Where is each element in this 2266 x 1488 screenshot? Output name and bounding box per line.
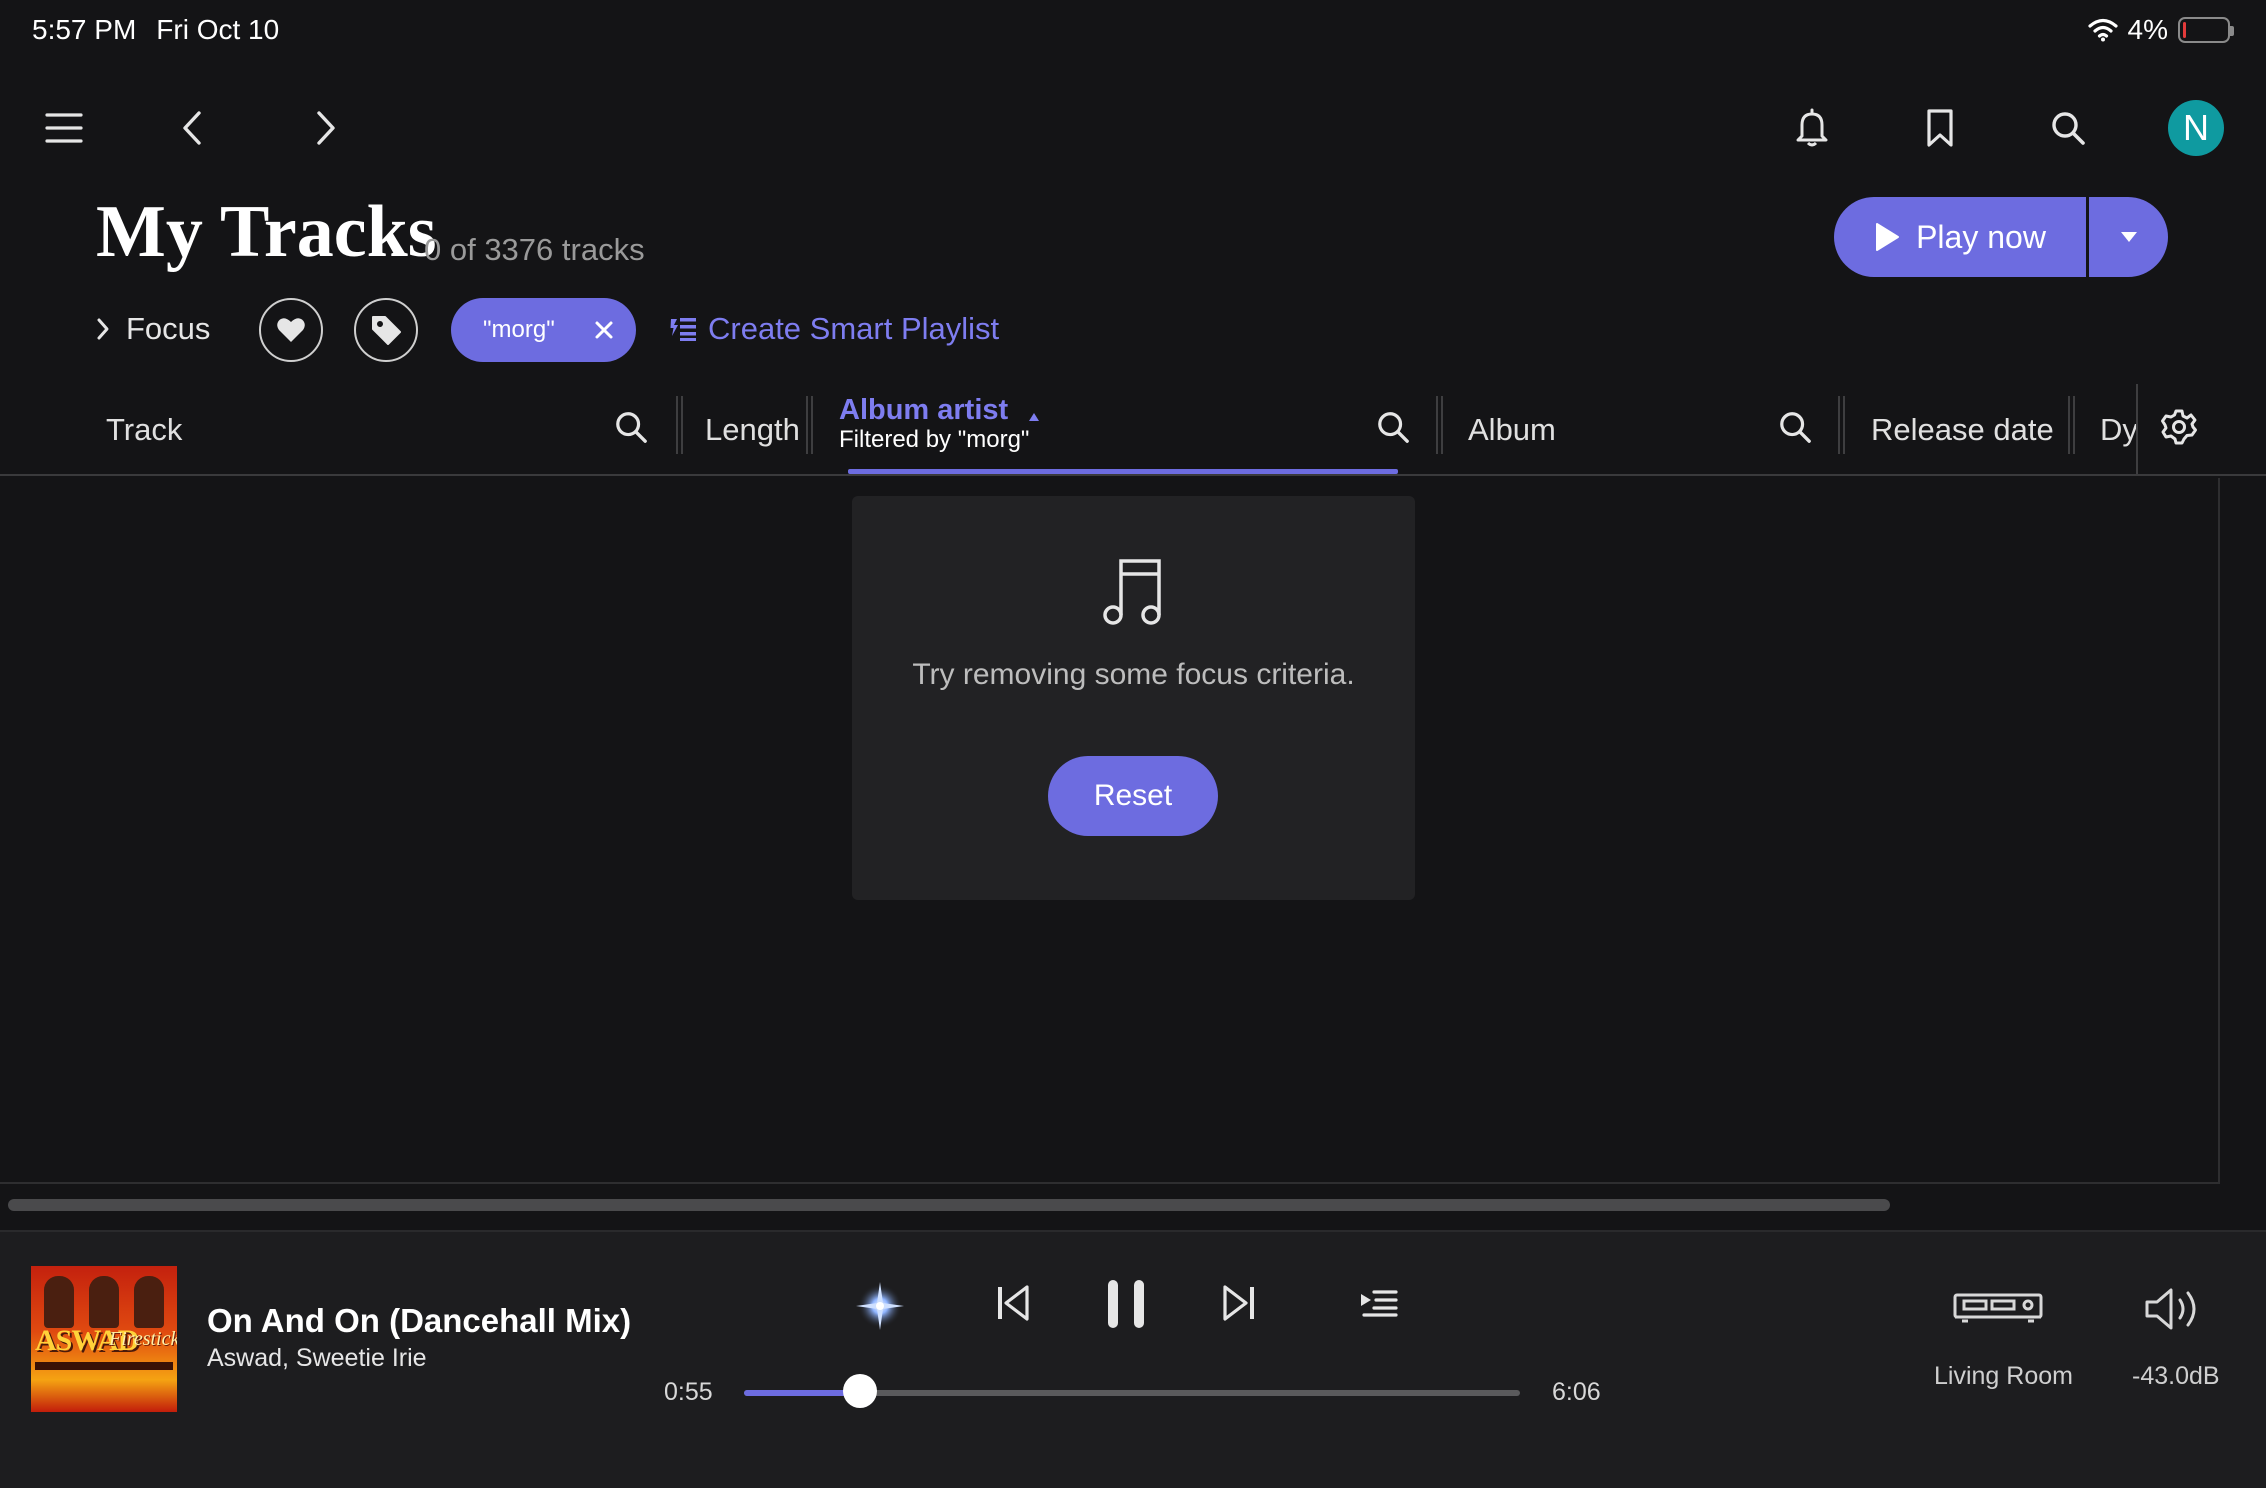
status-bar-left: 5:57 PM Fri Oct 10 (32, 14, 279, 46)
chevron-right-icon (97, 318, 109, 340)
column-header-row: Track Length Album artist Filtered by "m… (0, 384, 2266, 476)
search-icon[interactable] (1376, 410, 1410, 444)
close-icon[interactable] (594, 320, 614, 340)
play-now-label: Play now (1916, 218, 2046, 255)
status-bar-right: 4% (2087, 14, 2234, 46)
column-album-artist-filter: Filtered by "morg" (839, 426, 1030, 453)
player-bar: ASWAD Firesticks On And On (Dancehall Mi… (0, 1230, 2266, 1488)
create-smart-playlist-link[interactable]: Create Smart Playlist (670, 311, 999, 347)
bookmark-icon[interactable] (1920, 106, 1960, 150)
gear-icon[interactable] (2160, 408, 2198, 446)
search-icon[interactable] (614, 410, 648, 444)
now-playing-artist[interactable]: Aswad, Sweetie Irie (207, 1344, 427, 1373)
play-options-button[interactable] (2086, 197, 2168, 277)
search-icon[interactable] (2048, 106, 2088, 150)
volume-level[interactable]: -43.0dB (2132, 1362, 2220, 1391)
empty-state-card: Try removing some focus criteria. Reset (852, 496, 1415, 900)
column-track[interactable]: Track (106, 412, 182, 448)
album-art-sublogo: Firesticks (109, 1328, 177, 1350)
album-art[interactable]: ASWAD Firesticks (31, 1266, 177, 1412)
chevron-right-icon[interactable] (306, 106, 346, 150)
focus-toggle[interactable]: Focus (96, 311, 210, 347)
wifi-icon (2087, 18, 2118, 42)
column-album-artist[interactable]: Album artist (839, 394, 1008, 427)
active-filter-chip[interactable]: "morg" (451, 298, 636, 362)
track-count: 0 of 3376 tracks (424, 232, 645, 267)
battery-percent: 4% (2127, 14, 2168, 45)
column-resize-handle[interactable] (806, 396, 813, 454)
heart-icon (277, 318, 305, 342)
pause-icon[interactable] (1106, 1278, 1146, 1330)
column-resize-handle[interactable] (676, 396, 683, 454)
tag-icon (372, 316, 401, 345)
battery-level (2183, 22, 2186, 38)
column-resize-handle[interactable] (2068, 396, 2075, 454)
chip-label: "morg" (483, 316, 555, 343)
radio-sparkle-icon[interactable] (850, 1276, 910, 1336)
chevron-left-icon[interactable] (172, 106, 212, 150)
column-resize-handle[interactable] (1436, 396, 1443, 454)
hamburger-icon[interactable] (40, 106, 88, 150)
seek-bar-handle[interactable] (843, 1374, 878, 1408)
column-dy[interactable]: Dy (2100, 412, 2138, 448)
skip-previous-icon[interactable] (996, 1284, 1030, 1322)
zone-name[interactable]: Living Room (1934, 1362, 2073, 1391)
page-title: My Tracks (96, 191, 437, 273)
favorites-filter-button[interactable] (259, 298, 323, 362)
column-length[interactable]: Length (705, 412, 800, 448)
queue-icon[interactable] (1360, 1288, 1398, 1318)
play-now-group: Play now (1834, 197, 2168, 277)
album-art-figures (37, 1276, 171, 1328)
status-date: Fri Oct 10 (156, 14, 280, 45)
column-album[interactable]: Album (1468, 412, 1556, 448)
sort-ascending-icon (1029, 413, 1039, 421)
now-playing-title[interactable]: On And On (Dancehall Mix) (207, 1302, 631, 1340)
empty-state-message: Try removing some focus criteria. (912, 658, 1355, 691)
active-column-underline (848, 469, 1398, 474)
music-note-icon (1103, 559, 1161, 625)
caret-down-icon (2120, 232, 2137, 242)
column-resize-handle[interactable] (1838, 396, 1845, 454)
column-release-date[interactable]: Release date (1871, 412, 2054, 448)
search-icon[interactable] (1778, 410, 1812, 444)
volume-icon[interactable] (2144, 1286, 2204, 1332)
elapsed-time: 0:55 (664, 1378, 713, 1406)
skip-next-icon[interactable] (1222, 1284, 1256, 1322)
reset-button[interactable]: Reset (1048, 756, 1218, 836)
battery-icon (2178, 17, 2234, 43)
create-smart-playlist-label: Create Smart Playlist (708, 311, 1000, 346)
streamer-device-icon[interactable] (1952, 1290, 2044, 1324)
play-icon (1876, 223, 1900, 251)
horizontal-scrollbar[interactable] (8, 1199, 1890, 1211)
album-art-strip (35, 1362, 173, 1370)
smart-playlist-icon (670, 318, 696, 341)
status-time: 5:57 PM (32, 14, 137, 45)
user-avatar[interactable]: N (2168, 100, 2224, 156)
play-now-button[interactable]: Play now (1834, 197, 2086, 277)
bell-icon[interactable] (1792, 106, 1832, 150)
tag-filter-button[interactable] (354, 298, 418, 362)
duration-time: 6:06 (1552, 1378, 1601, 1406)
focus-label: Focus (126, 311, 211, 346)
